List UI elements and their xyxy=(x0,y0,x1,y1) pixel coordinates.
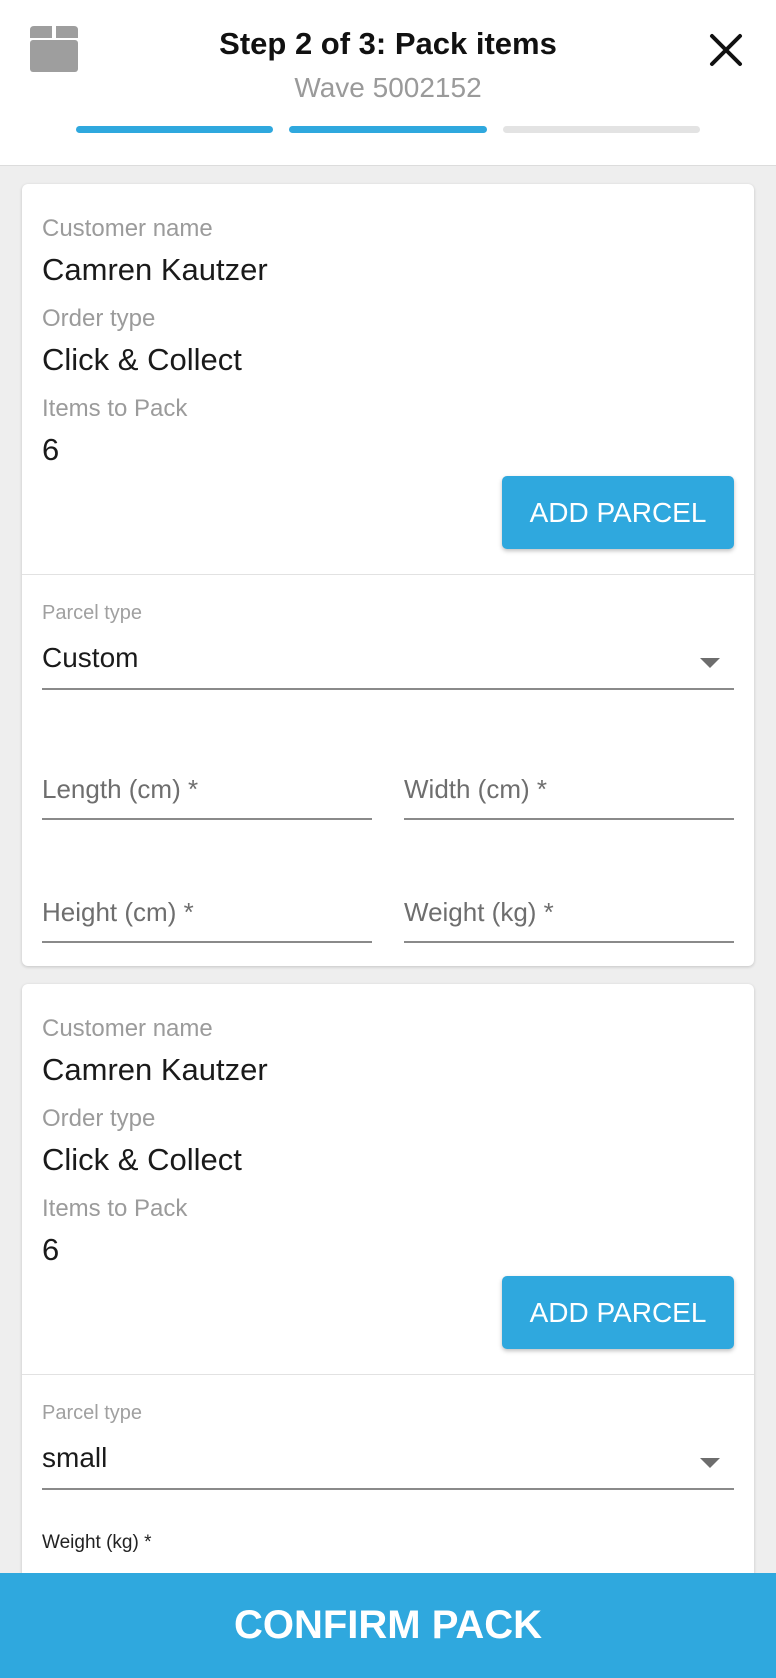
card-divider xyxy=(22,1374,754,1375)
order-card: Customer name Camren Kautzer Order type … xyxy=(22,184,754,966)
progress-step-3 xyxy=(502,126,700,133)
weight-field[interactable]: Weight (kg) * xyxy=(404,889,734,943)
items-to-pack-label: Items to Pack xyxy=(42,395,188,422)
weight-field-label: Weight (kg) * xyxy=(404,897,554,927)
height-field-label: Height (cm) * xyxy=(42,897,194,927)
step-progress xyxy=(76,126,700,134)
close-icon[interactable] xyxy=(706,30,746,70)
parcel-type-select[interactable]: Custom xyxy=(42,638,734,690)
parcel-type-value: small xyxy=(42,1442,108,1473)
items-to-pack-label: Items to Pack xyxy=(42,1195,188,1222)
progress-step-2 xyxy=(289,126,487,133)
parcel-type-label: Parcel type xyxy=(42,1402,143,1424)
progress-step-1 xyxy=(76,126,274,133)
customer-name-value: Camren Kautzer xyxy=(42,252,268,287)
add-parcel-button[interactable]: ADD PARCEL xyxy=(502,476,734,549)
order-type-value: Click & Collect xyxy=(42,342,242,377)
page-title: Step 2 of 3: Pack items xyxy=(219,26,557,61)
parcel-type-value: Custom xyxy=(42,642,139,673)
order-type-label: Order type xyxy=(42,305,156,332)
width-field-label: Width (cm) * xyxy=(404,774,547,804)
add-parcel-button[interactable]: ADD PARCEL xyxy=(502,1276,734,1349)
wave-subtitle: Wave 5002152 xyxy=(294,72,482,103)
dropdown-arrow-icon xyxy=(700,1458,720,1468)
length-field-label: Length (cm) * xyxy=(42,774,199,804)
width-field[interactable]: Width (cm) * xyxy=(404,766,734,820)
customer-name-value: Camren Kautzer xyxy=(42,1052,268,1087)
parcel-type-label: Parcel type xyxy=(42,602,143,624)
customer-name-label: Customer name xyxy=(42,1015,213,1042)
customer-name-label: Customer name xyxy=(42,215,213,242)
height-field[interactable]: Height (cm) * xyxy=(42,889,372,943)
confirm-pack-button[interactable]: CONFIRM PACK xyxy=(0,1573,776,1678)
dropdown-arrow-icon xyxy=(700,658,720,668)
items-to-pack-value: 6 xyxy=(42,432,60,467)
parcel-type-select[interactable]: small xyxy=(42,1438,734,1490)
weight-field-label: Weight (kg) * xyxy=(42,1532,152,1553)
order-type-value: Click & Collect xyxy=(42,1142,242,1177)
top-bar: Step 2 of 3: Pack items Wave 5002152 xyxy=(0,0,776,166)
card-divider xyxy=(22,574,754,575)
order-type-label: Order type xyxy=(42,1105,156,1132)
items-to-pack-value: 6 xyxy=(42,1232,60,1267)
length-field[interactable]: Length (cm) * xyxy=(42,766,372,820)
